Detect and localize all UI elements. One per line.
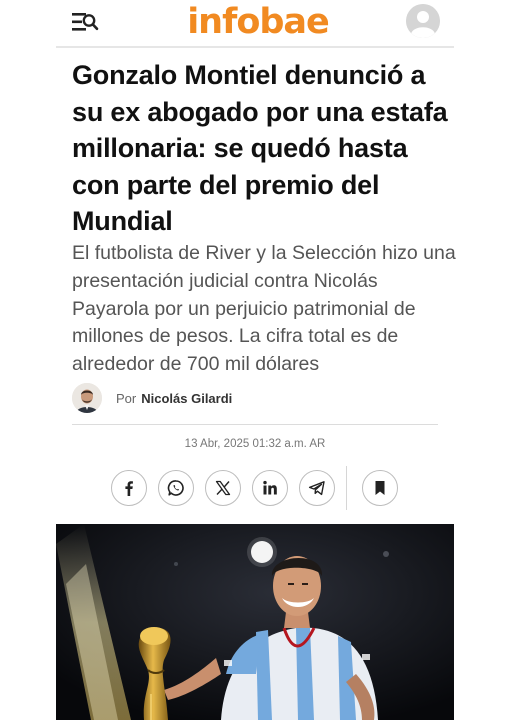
author-avatar[interactable] bbox=[72, 383, 102, 413]
menu-search-button[interactable] bbox=[70, 8, 102, 36]
user-avatar-icon bbox=[406, 4, 440, 38]
share-separator bbox=[346, 466, 347, 510]
author-name-link[interactable]: Nicolás Gilardi bbox=[141, 391, 232, 406]
byline-divider bbox=[72, 424, 438, 425]
bookmark-icon bbox=[375, 481, 385, 495]
facebook-icon bbox=[125, 481, 133, 496]
share-facebook-button[interactable] bbox=[111, 470, 147, 506]
save-bookmark-button[interactable] bbox=[362, 470, 398, 506]
header-divider bbox=[56, 46, 454, 48]
article-headline: Gonzalo Montiel denunció a su ex abogado… bbox=[72, 60, 448, 236]
publish-date: 13 Abr, 2025 01:32 a.m. AR bbox=[184, 438, 326, 450]
hero-image bbox=[56, 524, 454, 720]
menu-search-icon bbox=[72, 13, 99, 31]
linkedin-icon bbox=[263, 480, 277, 495]
share-linkedin-button[interactable] bbox=[252, 470, 288, 506]
whatsapp-icon bbox=[167, 480, 184, 496]
byline-prefix: Por bbox=[116, 390, 137, 406]
x-twitter-icon bbox=[215, 480, 231, 496]
article-subtitle: El futbolista de River y la Selección hi… bbox=[72, 242, 456, 376]
byline: Por Nicolás Gilardi bbox=[72, 382, 232, 414]
share-x-button[interactable] bbox=[205, 470, 241, 506]
telegram-icon bbox=[308, 481, 325, 496]
share-telegram-button[interactable] bbox=[299, 470, 335, 506]
share-bar bbox=[0, 466, 510, 510]
share-whatsapp-button[interactable] bbox=[158, 470, 194, 506]
account-button[interactable] bbox=[406, 4, 440, 38]
site-logo[interactable]: infobae bbox=[183, 0, 333, 44]
top-bar: infobae bbox=[0, 0, 510, 48]
